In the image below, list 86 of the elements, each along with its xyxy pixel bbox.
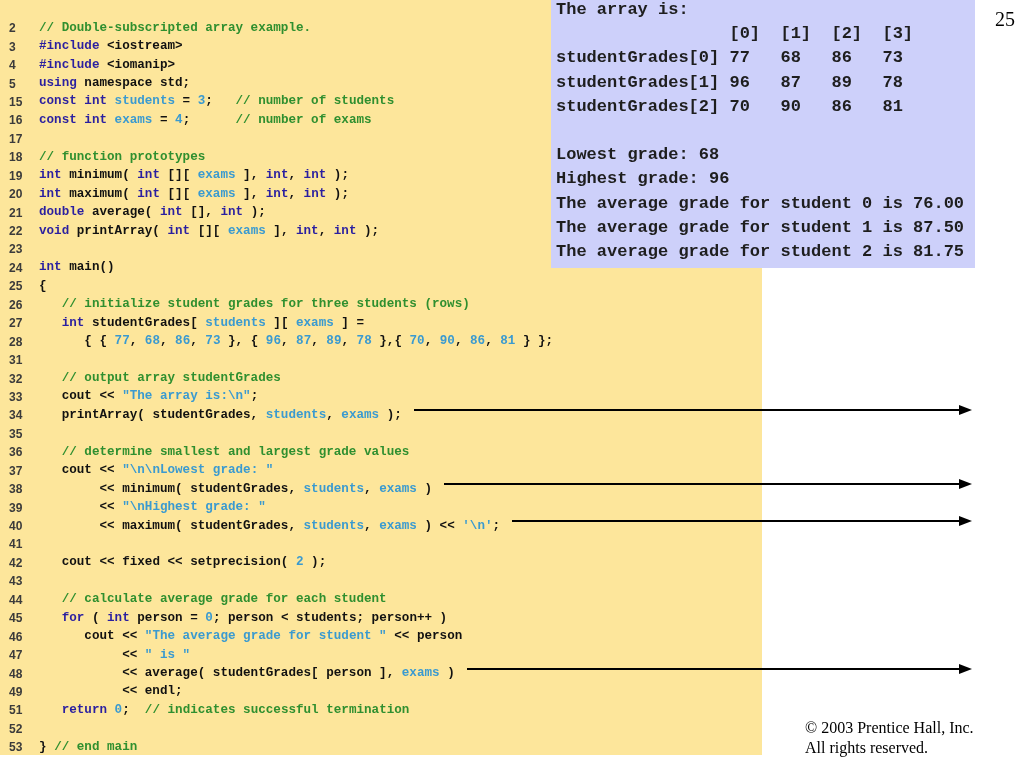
code-line: << minimum( studentGrades, students, exams )	[99, 481, 433, 497]
line-number: 43	[9, 574, 24, 589]
line-number: 2	[9, 21, 17, 36]
slide-number: 25	[995, 8, 1015, 30]
line-number: 53	[9, 740, 24, 755]
code-line: << maximum( studentGrades, students, exams ) << '\n';	[99, 518, 501, 534]
console-line: The average grade for student 2 is 81.75	[556, 241, 965, 262]
code-line: // function prototypes	[39, 149, 206, 165]
code-line: // initialize student grades for three students (rows)	[61, 297, 470, 313]
line-number: 22	[9, 224, 24, 239]
code-line: { { 77, 68, 86, 73 }, { 96, 87, 89, 78 },{ 70, 90, 86, 81 } };	[84, 334, 554, 350]
code-line: // calculate average grade for each student	[61, 592, 387, 608]
line-number: 47	[9, 648, 24, 663]
copyright-text: © 2003 Prentice Hall, Inc.	[805, 719, 974, 736]
line-number: 26	[9, 297, 24, 312]
line-number: 34	[9, 408, 24, 423]
line-number: 32	[9, 371, 24, 386]
console-line: The array is:	[556, 0, 689, 21]
console-line: Lowest grade: 68	[556, 145, 720, 166]
line-number: 5	[9, 76, 17, 91]
code-line: printArray( studentGrades, students, exams );	[61, 407, 402, 423]
line-number: 46	[9, 629, 24, 644]
line-number: 20	[9, 187, 24, 202]
code-line: << " is "	[122, 647, 191, 663]
line-number: 18	[9, 150, 24, 165]
console-line: The average grade for student 1 is 87.50	[556, 217, 965, 238]
code-line: int maximum( int [][ exams ], int, int );	[39, 186, 349, 202]
line-number: 49	[9, 684, 24, 699]
code-line: void printArray( int [][ exams ], int, int );	[39, 223, 380, 239]
line-number: 21	[9, 205, 24, 220]
code-line: << "\nHighest grade: "	[99, 500, 266, 516]
line-number: 24	[9, 260, 24, 275]
code-line: // Double-subscripted array example.	[39, 20, 312, 36]
code-line: cout << "\n\nLowest grade: "	[61, 463, 274, 479]
line-number: 37	[9, 463, 24, 478]
console-line: [0] [1] [2] [3]	[729, 24, 914, 45]
console-line: studentGrades[1] 96 87 89 78	[556, 72, 903, 93]
code-line: cout << "The average grade for student " << person	[84, 629, 463, 645]
code-line: << average( studentGrades[ person ], exams )	[122, 666, 455, 682]
line-number: 39	[9, 500, 24, 515]
code-line: << endl;	[122, 684, 183, 700]
console-line: studentGrades[0] 77 68 86 73	[556, 48, 903, 69]
code-line: int main()	[39, 260, 115, 276]
line-number: 27	[9, 316, 24, 331]
line-number: 44	[9, 592, 24, 607]
line-number: 31	[9, 353, 24, 368]
line-number: 23	[9, 242, 24, 257]
line-number: 40	[9, 519, 24, 534]
code-line: // determine smallest and largest grade values	[61, 444, 410, 460]
code-line: } // end main	[39, 739, 138, 755]
code-line: for ( int person = 0; person < students; person++ )	[61, 610, 448, 626]
line-number: 36	[9, 445, 24, 460]
code-line: const int students = 3; // number of students	[39, 94, 395, 110]
line-number: 28	[9, 334, 24, 349]
code-line: // output array studentGrades	[61, 371, 281, 387]
code-line: cout << fixed << setprecision( 2 );	[61, 555, 327, 571]
line-number: 48	[9, 666, 24, 681]
code-line: int minimum( int [][ exams ], int, int );	[39, 168, 349, 184]
code-line: #include <iostream>	[39, 39, 183, 55]
code-line: using namespace std;	[39, 76, 191, 92]
console-line: Highest grade: 96	[556, 169, 730, 190]
line-number: 52	[9, 721, 24, 736]
line-number: 51	[9, 703, 24, 718]
code-line: const int exams = 4; // number of exams	[39, 112, 372, 128]
code-line: return 0; // indicates successful termination	[61, 702, 410, 718]
code-line: #include <iomanip>	[39, 57, 176, 73]
line-number: 38	[9, 482, 24, 497]
line-number: 4	[9, 58, 17, 73]
code-line: double average( int [], int );	[39, 205, 266, 221]
line-number: 3	[9, 39, 17, 54]
line-number: 25	[9, 279, 24, 294]
code-line: int studentGrades[ students ][ exams ] =	[61, 315, 365, 331]
line-number: 17	[9, 131, 24, 146]
line-number: 42	[9, 555, 24, 570]
line-number: 15	[9, 94, 24, 109]
console-line: The average grade for student 0 is 76.00	[556, 193, 965, 214]
line-number: 45	[9, 611, 24, 626]
line-number: 33	[9, 389, 24, 404]
line-number: 19	[9, 168, 24, 183]
line-number: 16	[9, 113, 24, 128]
code-line: cout << "The array is:\n";	[61, 389, 259, 405]
console-line: studentGrades[2] 70 90 86 81	[556, 96, 903, 117]
code-line: {	[39, 278, 47, 294]
copyright-text: All rights reserved.	[805, 739, 929, 756]
line-number: 41	[9, 537, 24, 552]
line-number: 35	[9, 426, 24, 441]
